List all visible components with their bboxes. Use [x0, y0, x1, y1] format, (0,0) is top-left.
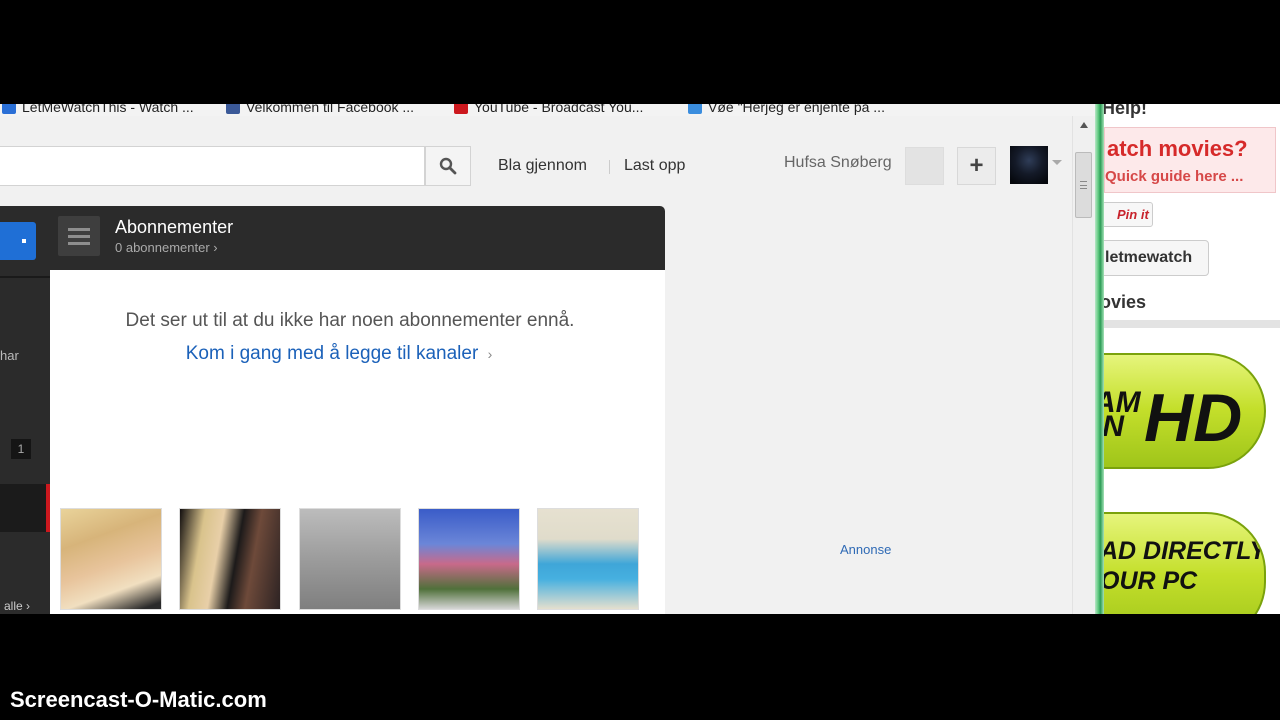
guide-menu-button[interactable] [58, 216, 100, 256]
right-ad-column: Help! atch movies? Quick guide here ... … [1104, 104, 1280, 614]
help-heading: Help! [1104, 104, 1147, 118]
channel-thumbnail[interactable] [537, 508, 639, 610]
guide-count-badge: 1 [11, 439, 31, 459]
download-ad-text: AD DIRECTLY OUR PC [1104, 536, 1266, 596]
browse-link[interactable]: Bla gjennom [498, 157, 587, 175]
letmewatch-button[interactable]: letmewatch [1104, 240, 1209, 276]
create-plus-button[interactable]: + [957, 147, 996, 185]
watch-movies-title: atch movies? [1107, 136, 1248, 161]
bookmark-voe[interactable]: Vøe "Herjeg er enjente på ... [688, 104, 885, 115]
empty-subscriptions-message: Det ser ut til at du ikke har noen abonn… [125, 310, 575, 331]
notifications-button[interactable] [905, 147, 944, 185]
username[interactable]: Hufsa Snøberg [784, 154, 892, 172]
add-channels-link[interactable]: Kom i gang med å legge til kanaler › [50, 343, 628, 365]
watch-movies-ad[interactable]: atch movies? Quick guide here ... [1104, 127, 1276, 193]
movies-heading: ovies [1104, 292, 1147, 312]
channel-thumbnail[interactable] [60, 508, 162, 610]
search-input[interactable] [0, 146, 425, 186]
guide-all-link[interactable]: alle › [4, 599, 30, 613]
channel-thumbnail[interactable] [179, 508, 281, 610]
facebook-icon [226, 104, 240, 114]
download-ad[interactable]: AD DIRECTLY OUR PC [1104, 512, 1266, 614]
hd-text: HD [1144, 380, 1243, 456]
guide-sidebar: har 1 alle › [0, 206, 50, 614]
upload-link[interactable]: Last opp [624, 157, 685, 175]
browser-screen: LetMeWatchThis - Watch ... Velkommen til… [0, 104, 1280, 614]
bookmarks-bar: LetMeWatchThis - Watch ... Velkommen til… [0, 104, 1095, 116]
menu-line [68, 227, 90, 231]
menu-line [68, 241, 90, 245]
youtube-icon [454, 104, 468, 114]
guide-divider [0, 276, 50, 278]
download-line-2: OUR PC [1104, 567, 1198, 595]
bookmark-youtube[interactable]: YouTube - Broadcast You... [454, 104, 643, 115]
ad-separator [1104, 320, 1280, 328]
grip-icon [1080, 181, 1087, 189]
subscriptions-body: Det ser ut til at du ikke har noen abonn… [50, 270, 665, 614]
chevron-right-icon: › [487, 346, 493, 362]
scroll-up-arrow-icon[interactable] [1080, 122, 1088, 128]
header-separator [609, 160, 610, 174]
guide-item-label[interactable]: har [0, 348, 19, 363]
add-channels-link-text: Kom i gang med å legge til kanaler [185, 343, 479, 364]
scroll-thumb[interactable] [1075, 152, 1092, 218]
chevron-down-icon[interactable] [1052, 160, 1062, 165]
bookmark-letmewatchthis[interactable]: LetMeWatchThis - Watch ... [2, 104, 194, 115]
guide-blue-button[interactable] [0, 222, 36, 260]
ad-label[interactable]: Annonse [840, 542, 891, 557]
plus-icon: + [969, 152, 984, 179]
channel-thumbnail[interactable] [418, 508, 520, 610]
watch-movies-subtitle: Quick guide here ... [1105, 168, 1244, 185]
download-line-1: AD DIRECTLY [1104, 537, 1266, 565]
channel-thumbnail[interactable] [299, 508, 401, 610]
subscriptions-title: Abonnementer [115, 217, 234, 237]
vertical-scrollbar[interactable] [1072, 116, 1095, 614]
avatar[interactable] [1010, 146, 1048, 184]
globe-icon [2, 104, 16, 114]
search-button[interactable] [425, 146, 471, 186]
menu-line [68, 234, 90, 238]
guide-item-active[interactable] [0, 484, 50, 532]
bookmark-facebook[interactable]: Velkommen til Facebook ... [226, 104, 414, 115]
subscriptions-count-link[interactable]: 0 abonnementer › [115, 240, 218, 255]
pin-it-button[interactable]: Pin it [1104, 202, 1153, 227]
search-icon [439, 157, 457, 175]
window-divider [1095, 104, 1104, 614]
screencast-watermark: Screencast-O-Matic.com [10, 687, 267, 712]
stream-hd-ad[interactable]: AM IN HD [1104, 353, 1266, 469]
ie-page-icon [688, 104, 702, 114]
subscriptions-header: Abonnementer 0 abonnementer › [50, 206, 665, 270]
youtube-page: Bla gjennom Last opp Hufsa Snøberg + har… [0, 116, 1072, 614]
